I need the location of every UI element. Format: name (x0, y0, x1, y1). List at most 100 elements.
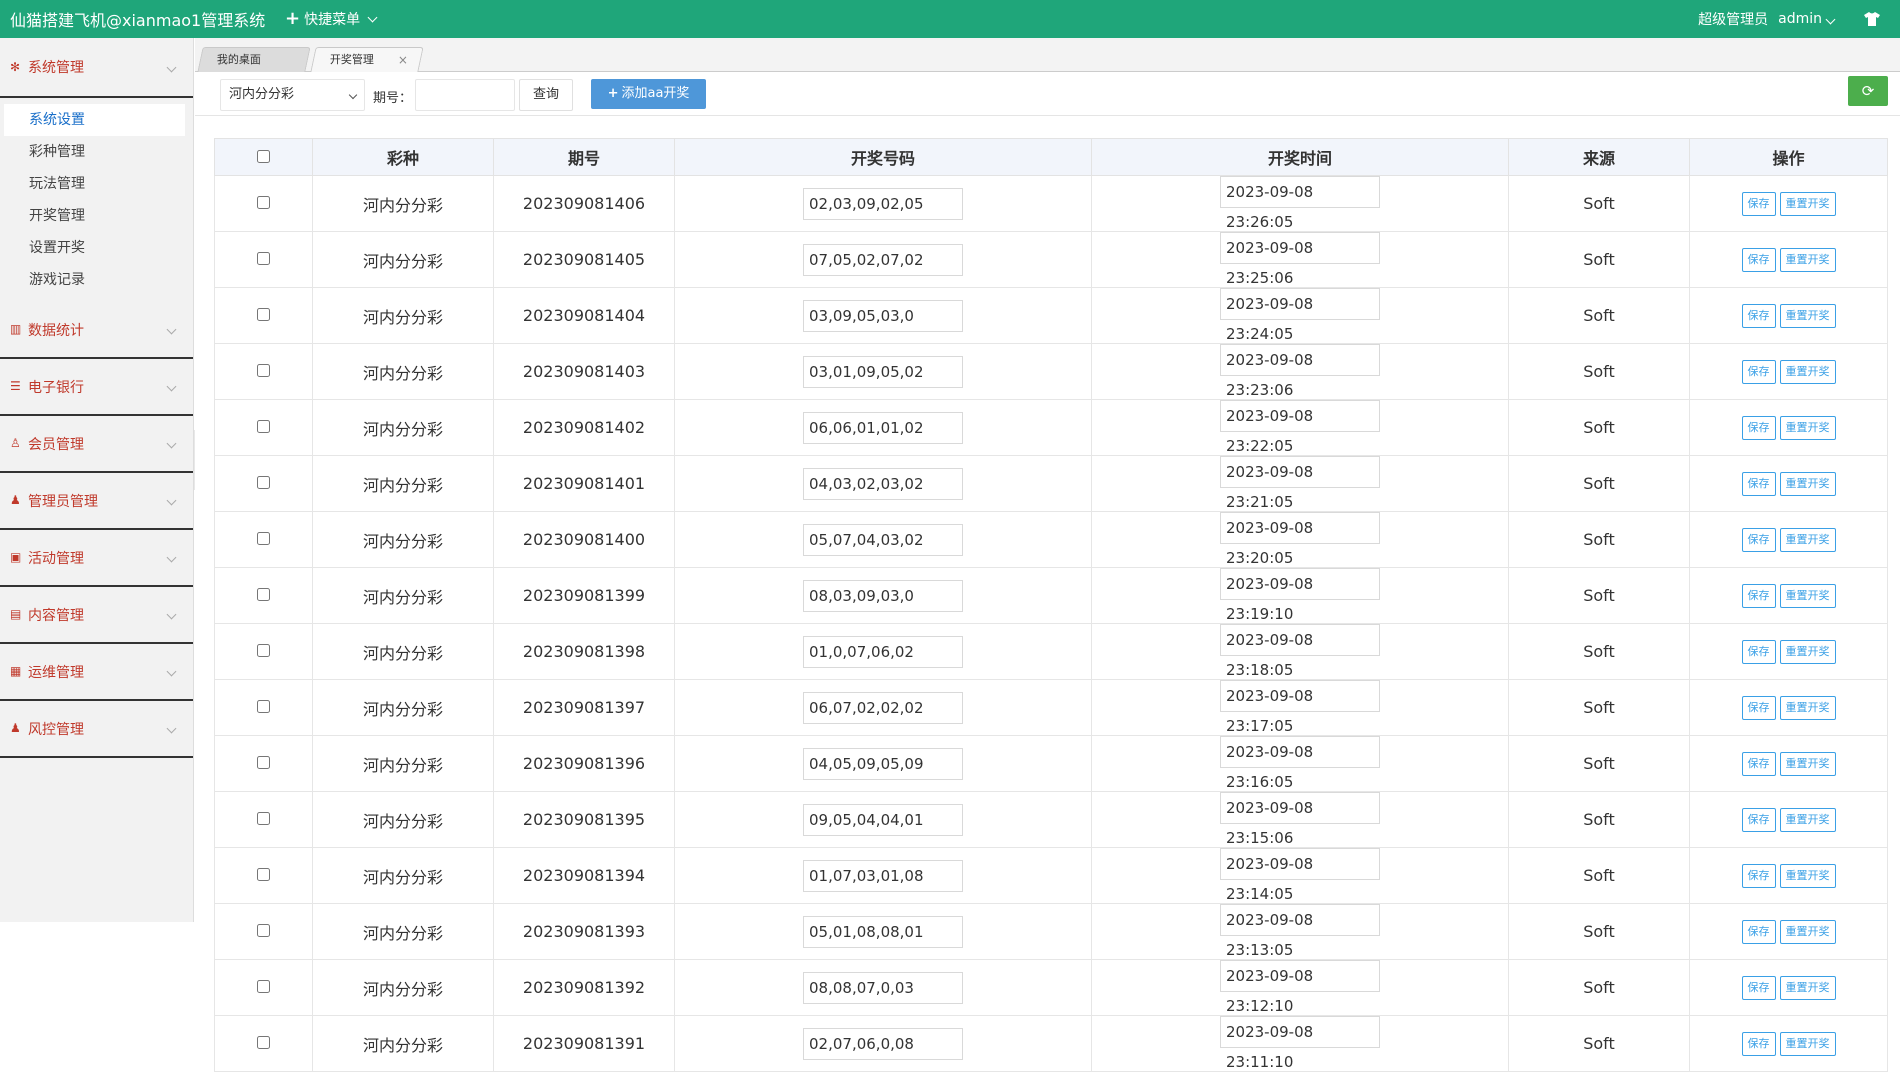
row-checkbox[interactable] (257, 924, 270, 937)
menu-group-header[interactable]: ▣ 活动管理 (0, 530, 193, 587)
row-checkbox[interactable] (257, 644, 270, 657)
menu-group-header[interactable]: ♟ 风控管理 (0, 701, 193, 758)
sidebar-item[interactable]: 玩法管理 (0, 168, 193, 200)
reset-draw-button[interactable]: 重置开奖 (1779, 751, 1836, 776)
reset-draw-button[interactable]: 重置开奖 (1779, 415, 1836, 440)
time-input[interactable]: 2023-09-08 23:20:05 (1220, 512, 1380, 567)
refresh-button[interactable]: ⟳ (1848, 76, 1888, 106)
time-input[interactable]: 2023-09-08 23:15:06 (1220, 792, 1380, 847)
save-button[interactable]: 保存 (1741, 191, 1776, 216)
select-all-checkbox[interactable] (257, 149, 270, 163)
time-input[interactable]: 2023-09-08 23:13:05 (1220, 904, 1380, 959)
save-button[interactable]: 保存 (1741, 695, 1776, 720)
user-menu[interactable]: admin (1778, 11, 1838, 27)
save-button[interactable]: 保存 (1741, 471, 1776, 496)
time-input[interactable]: 2023-09-08 23:14:05 (1220, 848, 1380, 903)
save-button[interactable]: 保存 (1741, 247, 1776, 272)
tab-desktop[interactable]: 我的桌面 (197, 47, 311, 72)
row-checkbox[interactable] (257, 532, 270, 545)
close-icon[interactable]: × (398, 48, 408, 72)
row-checkbox[interactable] (257, 812, 270, 825)
save-button[interactable]: 保存 (1741, 303, 1776, 328)
numbers-input[interactable]: 07,05,02,07,02 (803, 243, 963, 276)
row-checkbox[interactable] (257, 476, 270, 489)
reset-draw-button[interactable]: 重置开奖 (1779, 807, 1836, 832)
sidebar-item[interactable]: 开奖管理 (0, 200, 193, 232)
numbers-input[interactable]: 09,05,04,04,01 (803, 803, 963, 836)
sidebar-item[interactable]: 设置开奖 (0, 232, 193, 264)
save-button[interactable]: 保存 (1741, 807, 1776, 832)
numbers-input[interactable]: 06,07,02,02,02 (803, 691, 963, 724)
reset-draw-button[interactable]: 重置开奖 (1779, 247, 1836, 272)
row-checkbox[interactable] (257, 700, 270, 713)
menu-group-header[interactable]: ✻ 系统管理 (0, 38, 193, 98)
reset-draw-button[interactable]: 重置开奖 (1779, 975, 1836, 1000)
numbers-input[interactable]: 08,08,07,0,03 (803, 971, 963, 1004)
row-checkbox[interactable] (257, 980, 270, 993)
row-checkbox[interactable] (257, 364, 270, 377)
row-checkbox[interactable] (257, 196, 270, 209)
numbers-input[interactable]: 03,01,09,05,02 (803, 355, 963, 388)
sidebar-item[interactable]: 游戏记录 (0, 264, 193, 296)
reset-draw-button[interactable]: 重置开奖 (1779, 191, 1836, 216)
save-button[interactable]: 保存 (1741, 919, 1776, 944)
time-input[interactable]: 2023-09-08 23:11:10 (1220, 1016, 1380, 1071)
sidebar-item[interactable]: 系统设置 (4, 104, 185, 136)
reset-draw-button[interactable]: 重置开奖 (1779, 303, 1836, 328)
reset-draw-button[interactable]: 重置开奖 (1779, 695, 1836, 720)
save-button[interactable]: 保存 (1741, 415, 1776, 440)
numbers-input[interactable]: 08,03,09,03,0 (803, 579, 963, 612)
reset-draw-button[interactable]: 重置开奖 (1779, 527, 1836, 552)
tab-lottery-draw[interactable]: 开奖管理 × (310, 47, 424, 72)
numbers-input[interactable]: 06,06,01,01,02 (803, 411, 963, 444)
row-checkbox[interactable] (257, 756, 270, 769)
save-button[interactable]: 保存 (1741, 1031, 1776, 1056)
numbers-input[interactable]: 04,05,09,05,09 (803, 747, 963, 780)
time-input[interactable]: 2023-09-08 23:22:05 (1220, 400, 1380, 455)
row-checkbox[interactable] (257, 308, 270, 321)
sidebar-item[interactable]: 彩种管理 (0, 136, 193, 168)
save-button[interactable]: 保存 (1741, 527, 1776, 552)
reset-draw-button[interactable]: 重置开奖 (1779, 639, 1836, 664)
save-button[interactable]: 保存 (1741, 751, 1776, 776)
numbers-input[interactable]: 02,03,09,02,05 (803, 187, 963, 220)
numbers-input[interactable]: 05,01,08,08,01 (803, 915, 963, 948)
time-input[interactable]: 2023-09-08 23:18:05 (1220, 624, 1380, 679)
quick-menu-button[interactable]: + 快捷菜单 (285, 9, 380, 29)
time-input[interactable]: 2023-09-08 23:26:05 (1220, 176, 1380, 231)
row-checkbox[interactable] (257, 1036, 270, 1049)
time-input[interactable]: 2023-09-08 23:24:05 (1220, 288, 1380, 343)
add-draw-button[interactable]: + 添加aa开奖 (591, 79, 706, 109)
numbers-input[interactable]: 01,07,03,01,08 (803, 859, 963, 892)
menu-group-header[interactable]: ▤ 内容管理 (0, 587, 193, 644)
reset-draw-button[interactable]: 重置开奖 (1779, 919, 1836, 944)
save-button[interactable]: 保存 (1741, 639, 1776, 664)
time-input[interactable]: 2023-09-08 23:12:10 (1220, 960, 1380, 1015)
save-button[interactable]: 保存 (1741, 975, 1776, 1000)
row-checkbox[interactable] (257, 252, 270, 265)
time-input[interactable]: 2023-09-08 23:16:05 (1220, 736, 1380, 791)
menu-group-header[interactable]: ▥ 数据统计 (0, 302, 193, 359)
reset-draw-button[interactable]: 重置开奖 (1779, 359, 1836, 384)
numbers-input[interactable]: 03,09,05,03,0 (803, 299, 963, 332)
save-button[interactable]: 保存 (1741, 583, 1776, 608)
save-button[interactable]: 保存 (1741, 359, 1776, 384)
time-input[interactable]: 2023-09-08 23:23:06 (1220, 344, 1380, 399)
row-checkbox[interactable] (257, 588, 270, 601)
time-input[interactable]: 2023-09-08 23:21:05 (1220, 456, 1380, 511)
save-button[interactable]: 保存 (1741, 863, 1776, 888)
issue-input[interactable] (415, 79, 515, 111)
reset-draw-button[interactable]: 重置开奖 (1779, 863, 1836, 888)
reset-draw-button[interactable]: 重置开奖 (1779, 583, 1836, 608)
menu-group-header[interactable]: ♟ 管理员管理 (0, 473, 193, 530)
numbers-input[interactable]: 04,03,02,03,02 (803, 467, 963, 500)
skin-shirt-icon[interactable] (1864, 12, 1880, 26)
reset-draw-button[interactable]: 重置开奖 (1779, 1031, 1836, 1056)
menu-group-header[interactable]: ♙ 会员管理 (0, 416, 193, 473)
reset-draw-button[interactable]: 重置开奖 (1779, 471, 1836, 496)
numbers-input[interactable]: 05,07,04,03,02 (803, 523, 963, 556)
lottery-select[interactable]: 河内分分彩 (220, 79, 365, 111)
query-button[interactable]: 查询 (519, 79, 573, 111)
time-input[interactable]: 2023-09-08 23:25:06 (1220, 232, 1380, 287)
time-input[interactable]: 2023-09-08 23:17:05 (1220, 680, 1380, 735)
